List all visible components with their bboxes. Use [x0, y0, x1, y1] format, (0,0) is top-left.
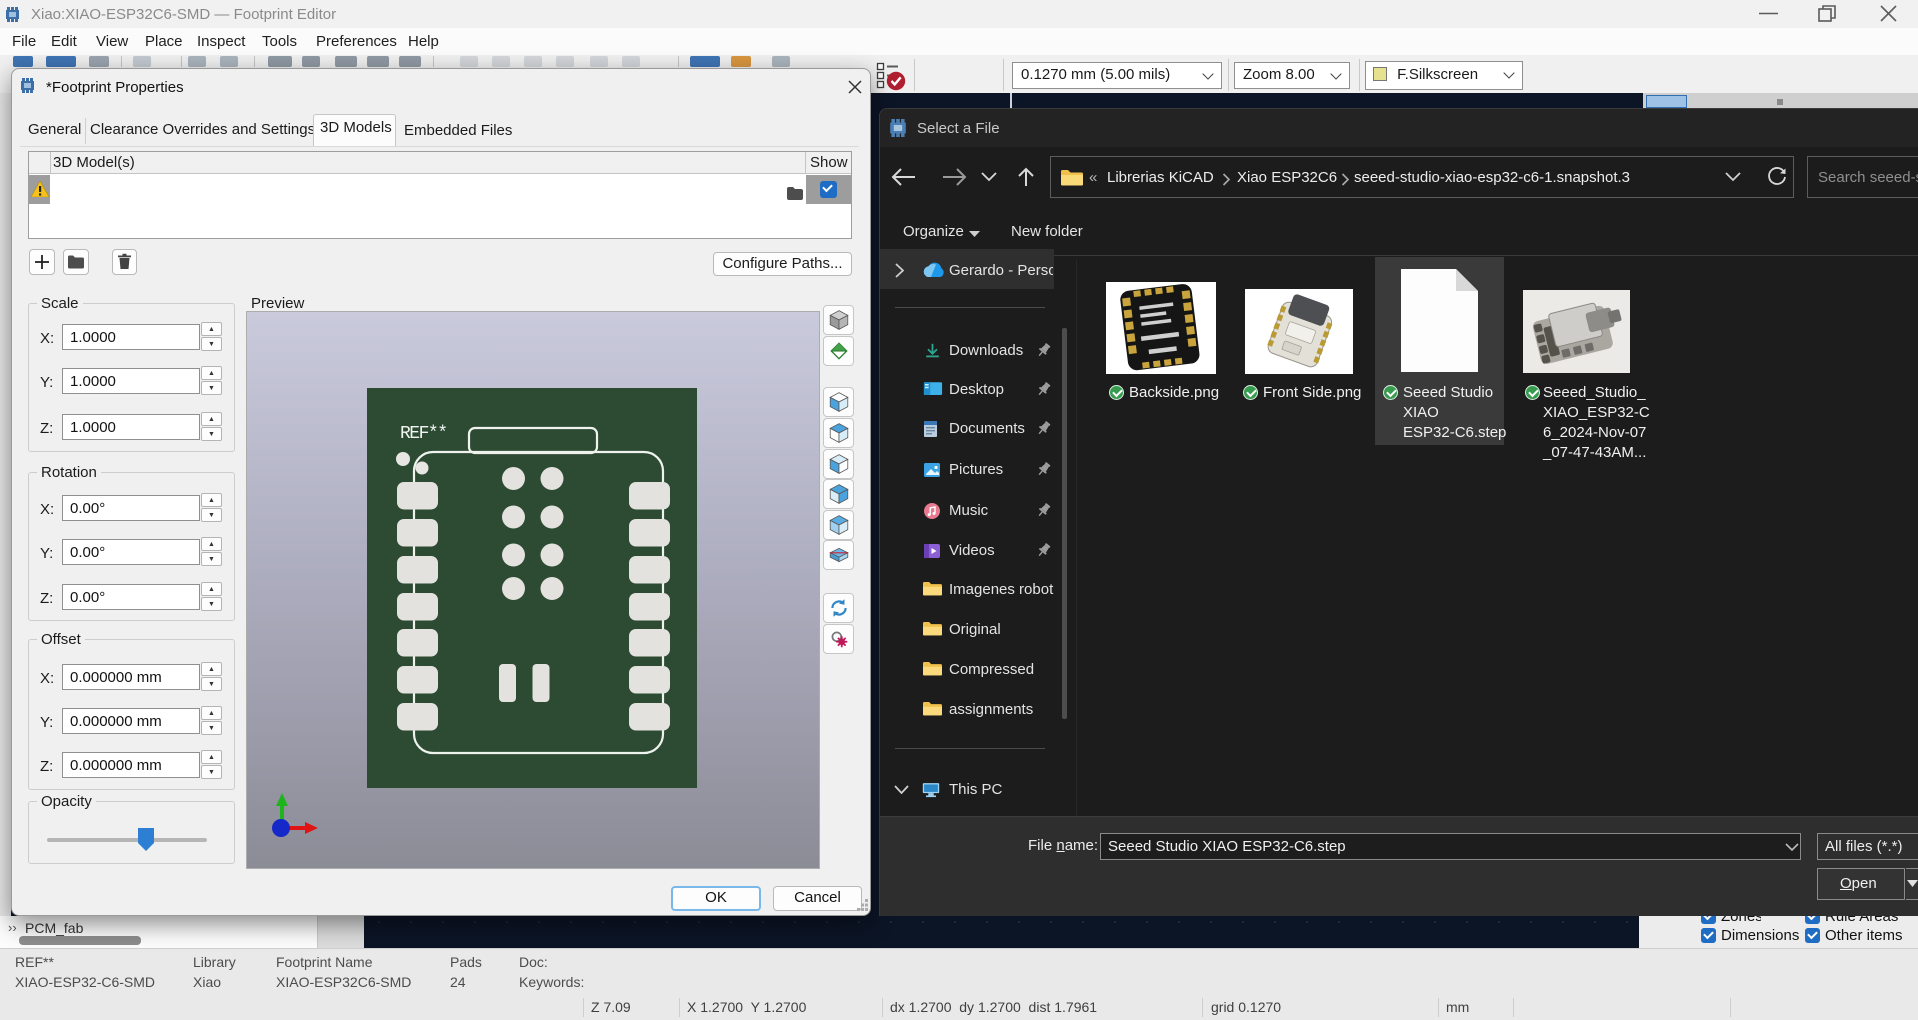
svg-text:REF**: REF**: [400, 424, 447, 444]
